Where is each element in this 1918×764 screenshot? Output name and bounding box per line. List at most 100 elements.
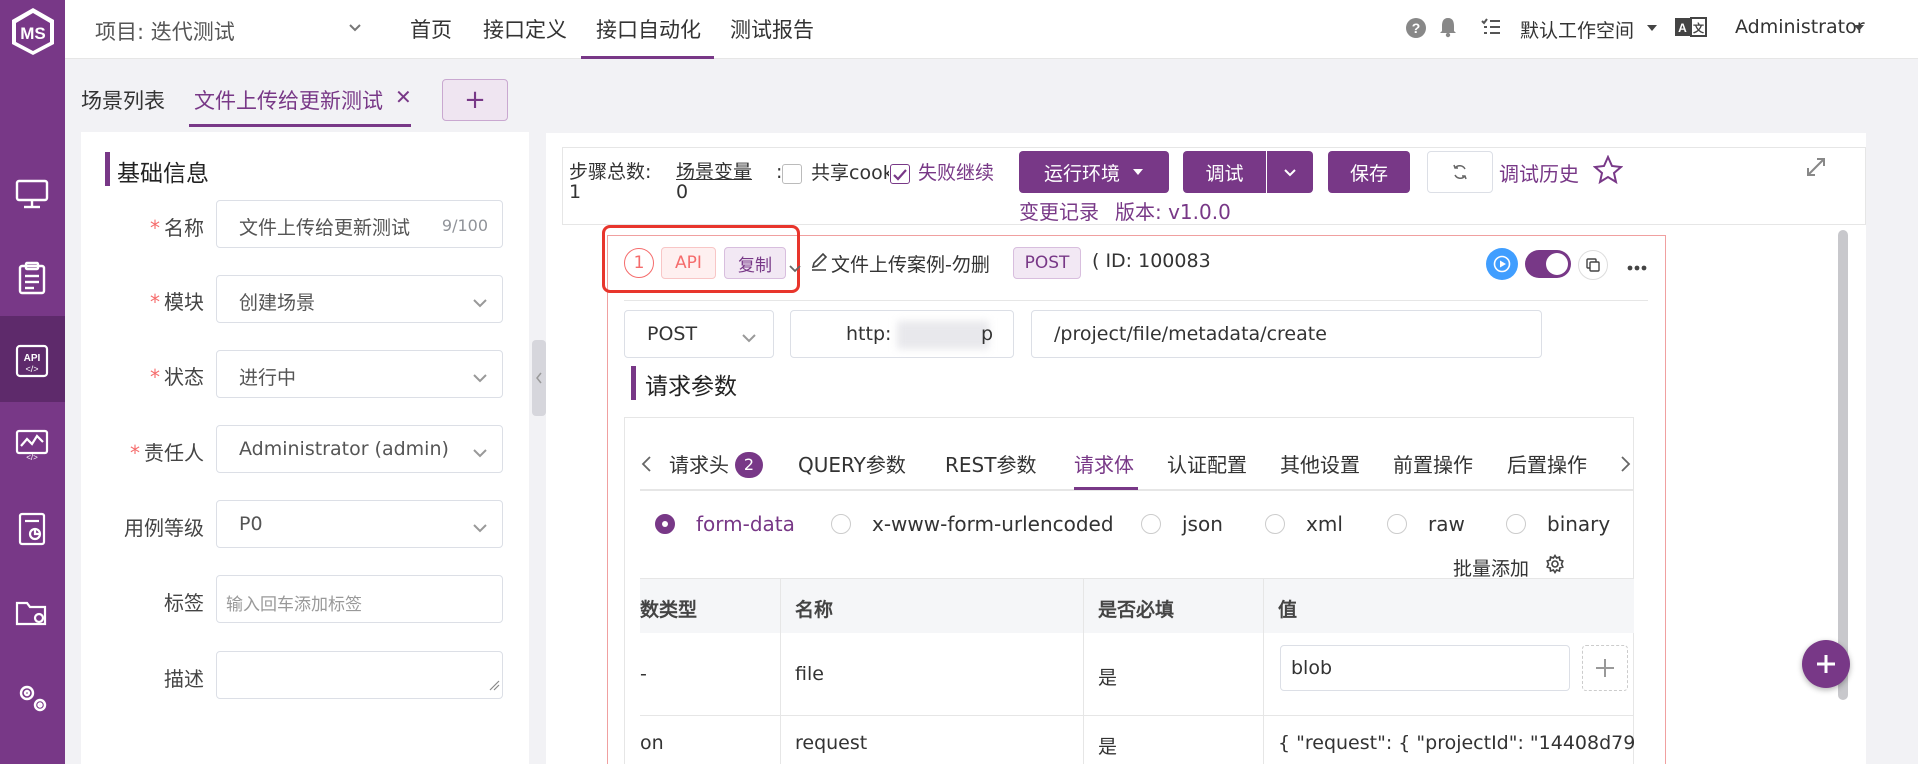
batch-add-link[interactable]: 批量添加 [1453, 554, 1529, 581]
radio-json[interactable] [1141, 514, 1161, 534]
desc-textarea[interactable] [216, 651, 503, 699]
workspace-list-icon[interactable] [1481, 18, 1501, 41]
module-select[interactable]: 创建场景 [216, 275, 503, 323]
chevron-right-icon[interactable] [1618, 454, 1632, 478]
chevron-down-icon [472, 517, 488, 541]
chevron-left-icon[interactable] [640, 454, 654, 478]
basic-info-panel: 基础信息 * 名称 文件上传给更新测试 9/100 * 模块 创建场景 * 状态 进行… [81, 132, 529, 764]
tab-auth-config[interactable]: 认证配置 [1167, 449, 1247, 478]
caret-down-icon[interactable] [1852, 18, 1866, 40]
level-select[interactable]: P0 [216, 500, 503, 548]
tab-post-processors[interactable]: 后置操作 [1507, 449, 1587, 478]
file-value-input[interactable]: blob [1280, 645, 1570, 691]
share-cookie-checkbox[interactable] [782, 164, 802, 184]
continue-on-fail-checkbox[interactable] [890, 164, 910, 184]
row1-name[interactable]: file [781, 633, 1084, 716]
metersphere-logo[interactable]: MS [8, 6, 58, 56]
module-label: * 模块 [150, 290, 204, 314]
radio-label-raw: raw [1428, 512, 1465, 536]
radio-label-binary: binary [1547, 512, 1611, 536]
run-step-button[interactable] [1486, 248, 1518, 280]
nav-test-report[interactable]: 测试报告 [730, 14, 814, 44]
resize-handle-icon[interactable] [488, 672, 500, 696]
add-tab-button[interactable]: + [442, 79, 508, 121]
radio-binary[interactable] [1506, 514, 1526, 534]
chevron-down-icon [741, 327, 757, 351]
status-select[interactable]: 进行中 [216, 350, 503, 398]
row1-required[interactable]: 是 [1084, 633, 1264, 716]
project-folder-icon[interactable] [11, 592, 53, 634]
method-select[interactable]: POST [624, 310, 774, 358]
change-log-link[interactable]: 变更记录 [1019, 196, 1099, 225]
panel-collapse-handle[interactable] [532, 340, 546, 416]
save-button[interactable]: 保存 [1328, 151, 1410, 193]
debug-button[interactable]: 调试 [1183, 151, 1266, 193]
tab-pre-processors[interactable]: 前置操作 [1393, 449, 1473, 478]
tab-rest-params[interactable]: REST参数 [945, 449, 1036, 478]
tab-other-settings[interactable]: 其他设置 [1280, 449, 1360, 478]
radio-label-urlencoded: x-www-form-urlencoded [872, 512, 1114, 536]
api-icon[interactable]: API </> [11, 340, 53, 382]
upload-file-button[interactable] [1582, 645, 1628, 691]
owner-select[interactable]: Administrator (admin) [216, 425, 503, 473]
row1-type[interactable]: - [640, 633, 781, 716]
edit-icon[interactable] [810, 252, 828, 276]
debug-dropdown-button[interactable] [1267, 151, 1313, 193]
caret-down-icon[interactable] [1645, 18, 1659, 40]
step-enable-toggle[interactable] [1525, 250, 1571, 278]
add-step-fab[interactable] [1802, 640, 1850, 688]
help-icon[interactable]: ? [1405, 17, 1427, 44]
radio-raw[interactable] [1387, 514, 1407, 534]
language-icon[interactable]: A文 [1675, 17, 1707, 42]
nav-home[interactable]: 首页 [410, 14, 452, 44]
run-env-button[interactable]: 运行环境 [1019, 151, 1169, 193]
report-icon[interactable] [11, 508, 53, 550]
workspace-selector[interactable]: 默认工作空间 [1520, 16, 1634, 43]
row2-name[interactable]: request [781, 716, 1084, 764]
star-icon[interactable] [1592, 154, 1624, 190]
headers-count-badge: 2 [735, 452, 763, 478]
copy-step-button[interactable] [1578, 250, 1608, 280]
section-title: 基础信息 [117, 161, 209, 187]
scenario-vars-link[interactable]: 场景变量 [676, 162, 752, 182]
clipboard-icon[interactable] [11, 257, 53, 299]
vertical-scrollbar[interactable] [1838, 230, 1848, 700]
nav-api-definition[interactable]: 接口定义 [483, 14, 567, 44]
path-input[interactable]: /project/file/metadata/create [1031, 310, 1542, 358]
refresh-button[interactable] [1427, 151, 1493, 193]
bell-icon[interactable] [1438, 16, 1458, 43]
row2-value[interactable]: { "request": { "projectId": "14408d79-e4 [1264, 716, 1634, 764]
user-menu[interactable]: Administrator [1735, 16, 1865, 38]
toggle-knob [1546, 253, 1568, 275]
monitor-icon[interactable] [11, 173, 53, 215]
chevron-down-icon[interactable] [347, 16, 363, 40]
close-icon[interactable]: ✕ [395, 85, 412, 109]
tab-active-scenario[interactable]: 文件上传给更新测试 [194, 85, 383, 115]
host-input[interactable]: http: p [790, 310, 1014, 358]
more-options-icon[interactable] [1626, 256, 1648, 280]
row2-type[interactable]: on [640, 716, 781, 764]
col-header-type: 数类型 [640, 579, 781, 633]
name-input[interactable]: 文件上传给更新测试 9/100 [216, 200, 503, 248]
tab-scenario-list[interactable]: 场景列表 [81, 85, 165, 115]
radio-label-xml: xml [1306, 512, 1343, 536]
performance-icon[interactable]: </> [11, 424, 53, 466]
tab-query-params[interactable]: QUERY参数 [798, 449, 906, 478]
tab-request-headers[interactable]: 请求头 2 [669, 449, 763, 478]
step-name[interactable]: 文件上传案例-勿删 [831, 250, 990, 277]
row2-required[interactable]: 是 [1084, 716, 1264, 764]
fullscreen-icon[interactable] [1805, 156, 1827, 183]
radio-xml[interactable] [1265, 514, 1285, 534]
project-selector[interactable]: 项目: 迭代测试 [95, 16, 235, 46]
tags-input[interactable]: 输入回车添加标签 [216, 575, 503, 623]
chevron-down-icon [472, 442, 488, 466]
tab-request-body[interactable]: 请求体 [1074, 449, 1134, 478]
nav-api-automation[interactable]: 接口自动化 [596, 14, 701, 44]
chevron-down-icon[interactable] [788, 256, 802, 280]
settings-gears-icon[interactable] [11, 676, 53, 718]
gear-icon[interactable] [1545, 554, 1565, 579]
debug-history-link[interactable]: 调试历史 [1499, 158, 1579, 187]
radio-form-data[interactable] [655, 514, 675, 534]
request-params-title: 请求参数 [645, 374, 737, 400]
radio-x-www-form-urlencoded[interactable] [831, 514, 851, 534]
